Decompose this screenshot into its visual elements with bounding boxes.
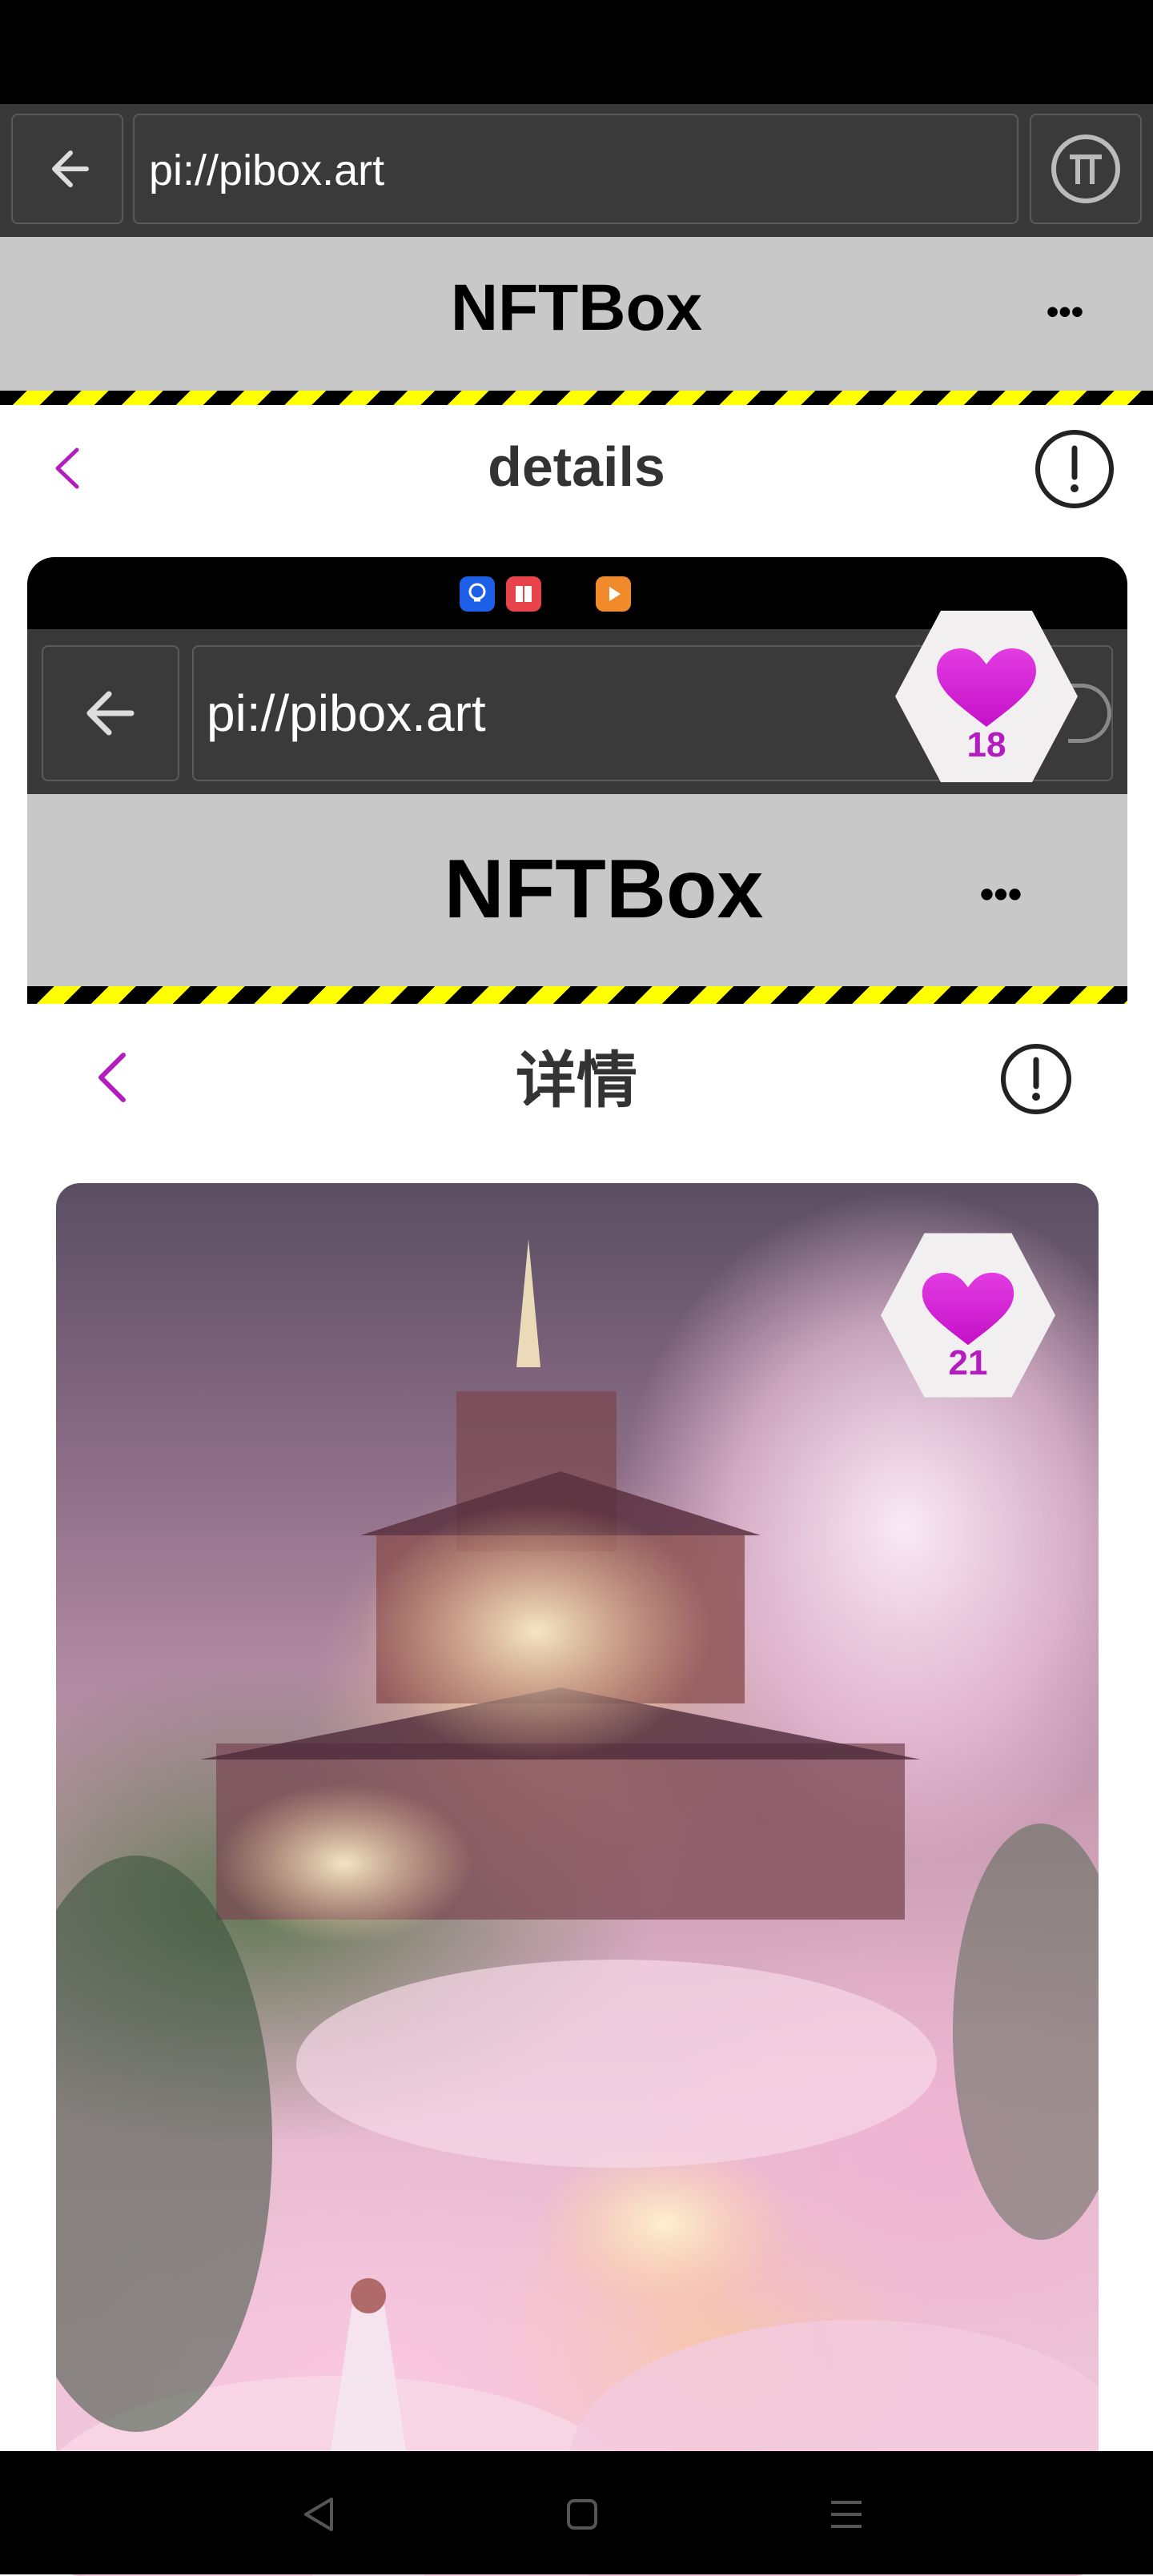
nav-home-button[interactable] [554,2486,610,2542]
caution-stripe [0,391,1153,405]
more-menu-button[interactable]: ••• [1033,288,1097,336]
embedded-back-button [42,645,179,781]
arrow-left-icon [86,691,135,736]
browser-url-field[interactable]: pi://pibox.art [133,114,1018,224]
embedded-more-button: ••• [979,872,1022,917]
pi-icon [1051,134,1120,203]
embedded-page-title: 详情 [516,1045,637,1116]
embedded-app-title: NFTBox [444,843,764,936]
bulb-app-icon [460,576,495,612]
heart-icon [937,648,1036,727]
info-button[interactable] [1031,426,1118,512]
triangle-back-icon [304,2498,333,2531]
hamburger-menu-icon [831,2501,862,2528]
arrow-left-icon [52,150,89,187]
app-title: NFTBox [450,271,703,344]
nft-artwork-image[interactable]: 21 [56,1183,1099,2576]
page-title: details [488,435,665,498]
nav-back-button[interactable] [291,2486,348,2542]
embedded-caution-stripe [27,986,1127,1004]
back-button[interactable] [40,432,96,504]
system-nav-bar [0,2451,1153,2574]
chevron-left-icon [55,447,79,489]
browser-back-button[interactable] [11,114,123,224]
status-bar [0,0,1153,104]
heart-icon [922,1272,1014,1346]
embedded-info-icon-wrap [998,1041,1075,1117]
book-app-icon [506,576,541,612]
browser-url-text: pi://pibox.art [149,146,385,195]
pi-wallet-button[interactable] [1030,114,1142,224]
exclamation-circle-icon [1035,430,1114,508]
play-app-icon [596,576,631,612]
square-home-icon [567,2499,597,2530]
chevron-left-icon [98,1053,126,1102]
nav-menu-button[interactable] [818,2486,874,2542]
embedded-back-chevron [75,1037,147,1117]
exclamation-circle-icon [1001,1044,1071,1114]
